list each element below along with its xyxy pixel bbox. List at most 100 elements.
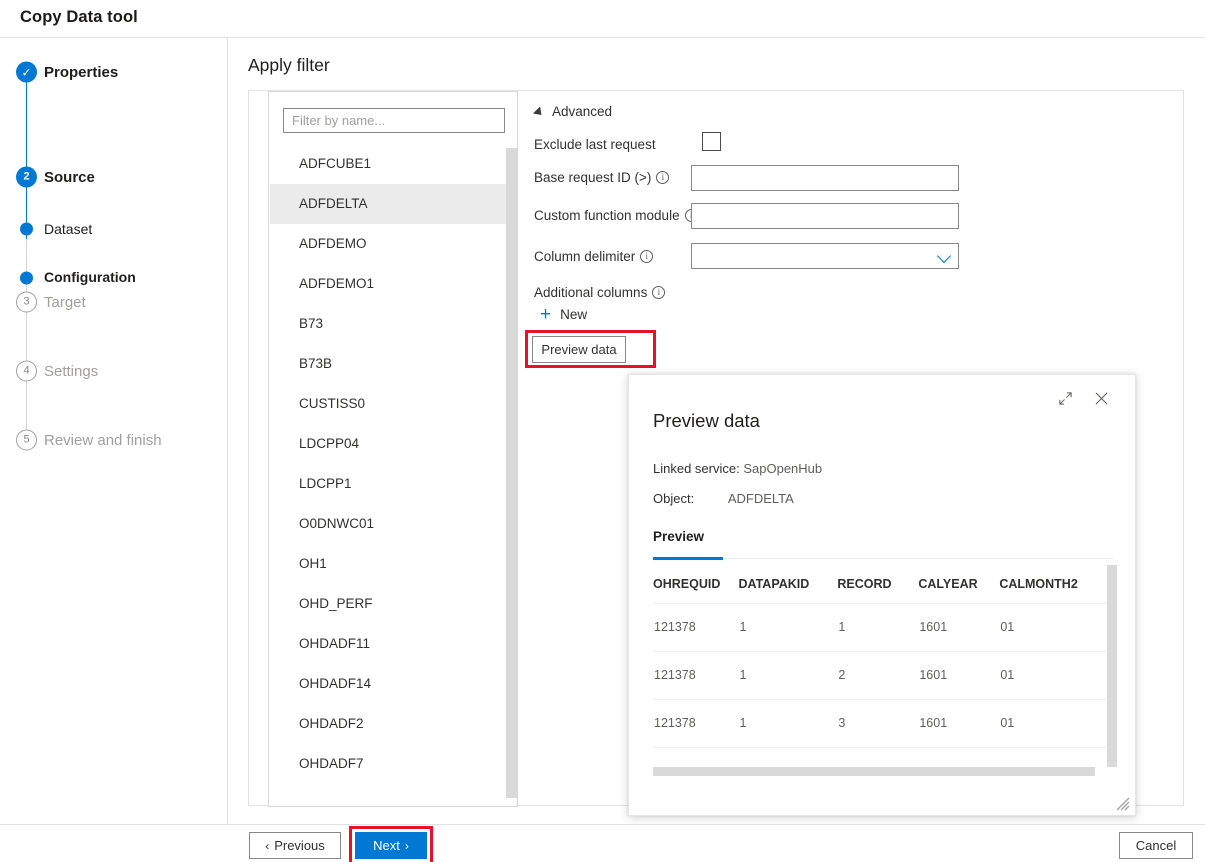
list-item-selected[interactable]: ADFDELTA xyxy=(270,184,517,224)
wizard-sidebar: ✓ Properties 2 Source Dataset Configurat… xyxy=(0,38,228,824)
list-item[interactable]: OHDADF11 xyxy=(270,624,517,664)
sidebar-item-target[interactable]: 3 Target xyxy=(0,290,228,314)
list-item[interactable]: OHD_PERF xyxy=(270,584,517,624)
list-item[interactable]: O0DNWC01 xyxy=(270,504,517,544)
add-new-column-label: New xyxy=(560,307,587,322)
sidebar-item-review-and-finish[interactable]: 5 Review and finish xyxy=(0,428,228,452)
linked-service-row: Linked service: SapOpenHub xyxy=(653,461,822,476)
collapse-triangle-icon xyxy=(533,106,545,118)
sidebar-item-label: Target xyxy=(44,294,86,311)
grid-vertical-scrollbar[interactable] xyxy=(1107,565,1117,767)
cell: 2 xyxy=(837,651,918,699)
list-item[interactable]: OHDADF7 xyxy=(270,744,517,784)
object-list-panel: ADFCUBE1 ADFDELTA ADFDEMO ADFDEMO1 B73 B… xyxy=(268,91,518,807)
list-item[interactable]: OH1 xyxy=(270,544,517,584)
close-icon[interactable] xyxy=(1087,384,1115,412)
info-icon[interactable]: i xyxy=(656,171,669,184)
preview-data-grid[interactable]: OHREQUID DATAPAKID RECORD CALYEAR CALMON… xyxy=(653,565,1107,775)
additional-columns-label: Additional columns i xyxy=(534,285,665,300)
grid-horizontal-scrollbar-thumb[interactable] xyxy=(653,767,1095,776)
window-titlebar: Copy Data tool xyxy=(0,0,1205,38)
exclude-last-request-label: Exclude last request xyxy=(534,137,656,152)
step-number-4-icon: 4 xyxy=(16,361,37,382)
base-request-id-label: Base request ID (>) i xyxy=(534,170,669,185)
advanced-section-label: Advanced xyxy=(552,104,612,119)
chevron-down-icon xyxy=(937,249,951,263)
column-delimiter-dropdown[interactable] xyxy=(691,243,959,269)
column-delimiter-label: Column delimiter i xyxy=(534,249,653,264)
sidebar-item-label: Properties xyxy=(44,64,118,81)
list-item[interactable]: LDCPP1 xyxy=(270,464,517,504)
resize-grip[interactable] xyxy=(1116,797,1130,811)
chevron-left-icon: ‹ xyxy=(265,839,269,853)
copy-data-tool-window: Copy Data tool ✓ Properties 2 Source Dat… xyxy=(0,0,1205,862)
list-item[interactable]: CUSTISS0 xyxy=(270,384,517,424)
object-label: Object: xyxy=(653,491,694,506)
custom-function-module-input[interactable] xyxy=(691,203,959,229)
wizard-footer: ‹ Previous Next › Cancel xyxy=(0,824,1205,862)
list-item[interactable]: B73 xyxy=(270,304,517,344)
cell: 1601 xyxy=(918,699,999,747)
main-content: Apply filter ADFCUBE1 ADFDELTA ADFDEMO A… xyxy=(229,38,1205,824)
preview-data-button[interactable]: Preview data xyxy=(532,336,626,363)
preview-table: OHREQUID DATAPAKID RECORD CALYEAR CALMON… xyxy=(653,565,1107,748)
advanced-section-toggle[interactable]: Advanced xyxy=(534,104,612,119)
linked-service-value: SapOpenHub xyxy=(743,461,822,476)
cell: 01 xyxy=(999,603,1107,651)
tab-preview-indicator xyxy=(653,557,723,560)
column-header: CALYEAR xyxy=(918,565,999,603)
cell: 121378 xyxy=(653,699,738,747)
cell: 1601 xyxy=(918,651,999,699)
sidebar-item-configuration[interactable]: Configuration xyxy=(0,226,228,250)
info-icon[interactable]: i xyxy=(652,286,665,299)
column-header: CALMONTH2 xyxy=(999,565,1107,603)
substep-dot-icon xyxy=(20,272,33,285)
table-row: 121378 1 1 1601 01 CH02 xyxy=(653,603,1107,651)
list-item[interactable]: OHDADF2 xyxy=(270,704,517,744)
list-item[interactable]: OHDADF14 xyxy=(270,664,517,704)
linked-service-label: Linked service: xyxy=(653,461,740,476)
expand-icon[interactable] xyxy=(1051,384,1079,412)
list-item[interactable]: B73B xyxy=(270,344,517,384)
add-new-column-button[interactable]: + New xyxy=(540,307,587,322)
info-icon[interactable]: i xyxy=(640,250,653,263)
check-icon: ✓ xyxy=(16,62,37,83)
object-value: ADFDELTA xyxy=(728,491,794,506)
dialog-title: Preview data xyxy=(653,410,760,432)
column-header: DATAPAKID xyxy=(738,565,837,603)
sidebar-item-properties[interactable]: ✓ Properties xyxy=(0,60,228,84)
list-item[interactable]: ADFDEMO1 xyxy=(270,264,517,304)
cancel-button[interactable]: Cancel xyxy=(1119,832,1193,859)
step-number-5-icon: 5 xyxy=(16,430,37,451)
cell: 01 xyxy=(999,699,1107,747)
window-title: Copy Data tool xyxy=(20,8,138,27)
plus-icon: + xyxy=(540,308,551,322)
base-request-id-input[interactable] xyxy=(691,165,959,191)
object-list-scrollbar-thumb[interactable] xyxy=(506,148,517,798)
step-number-3-icon: 3 xyxy=(16,292,37,313)
table-header-row: OHREQUID DATAPAKID RECORD CALYEAR CALMON… xyxy=(653,565,1107,603)
object-row: Object: ADFDELTA xyxy=(653,491,794,506)
object-list[interactable]: ADFCUBE1 ADFDELTA ADFDEMO ADFDEMO1 B73 B… xyxy=(270,144,517,804)
previous-button[interactable]: ‹ Previous xyxy=(249,832,341,859)
preview-data-dialog: Preview data Linked service: SapOpenHub … xyxy=(628,374,1136,816)
list-item[interactable]: ADFCUBE1 xyxy=(270,144,517,184)
cell: 1 xyxy=(837,603,918,651)
cell: 121378 xyxy=(653,651,738,699)
sidebar-item-label: Configuration xyxy=(44,269,136,285)
next-button[interactable]: Next › xyxy=(355,832,427,859)
tab-preview[interactable]: Preview xyxy=(653,529,704,553)
cell: 3 xyxy=(837,699,918,747)
table-row: 121378 1 2 1601 01 CH02 xyxy=(653,651,1107,699)
custom-function-module-label: Custom function module i xyxy=(534,208,698,223)
page-title: Apply filter xyxy=(248,55,330,76)
list-item[interactable]: ADFDEMO xyxy=(270,224,517,264)
column-header: RECORD xyxy=(837,565,918,603)
column-header: OHREQUID xyxy=(653,565,738,603)
exclude-last-request-checkbox[interactable] xyxy=(702,132,721,151)
cell: 121378 xyxy=(653,603,738,651)
filter-by-name-input[interactable] xyxy=(283,108,505,133)
sidebar-item-settings[interactable]: 4 Settings xyxy=(0,359,228,383)
sidebar-item-dataset[interactable]: Dataset xyxy=(0,177,228,201)
list-item[interactable]: LDCPP04 xyxy=(270,424,517,464)
